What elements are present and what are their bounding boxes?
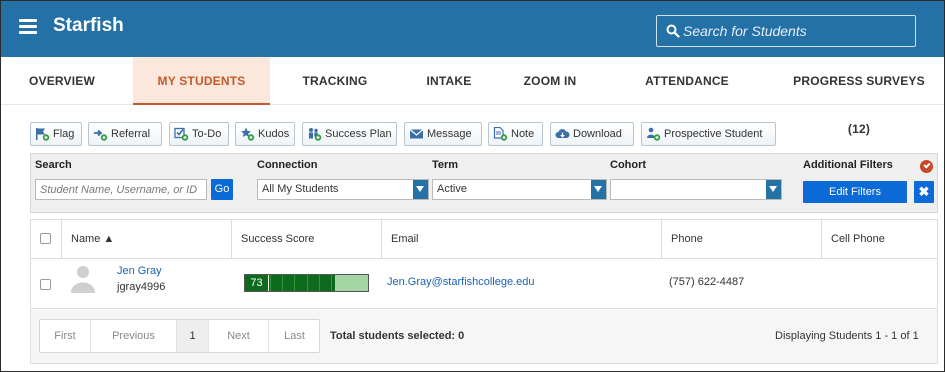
student-search-input[interactable] bbox=[683, 20, 908, 42]
todo-button[interactable]: To-Do bbox=[169, 122, 229, 146]
avatar-icon bbox=[71, 266, 95, 293]
student-search[interactable] bbox=[656, 15, 916, 47]
table-header: Name ▲ Success Score Email Phone Cell Ph… bbox=[31, 220, 937, 259]
cloud-download-icon bbox=[555, 129, 570, 138]
first-page-button[interactable]: First bbox=[40, 320, 90, 352]
referral-plus-icon bbox=[94, 129, 108, 141]
envelope-icon bbox=[409, 129, 424, 139]
todo-label: To-Do bbox=[192, 128, 222, 140]
total-selected: Total students selected: 0 bbox=[330, 330, 465, 342]
student-username: jgray4996 bbox=[117, 281, 166, 293]
student-filter-input[interactable] bbox=[35, 179, 207, 200]
cohort-select[interactable] bbox=[610, 179, 782, 200]
cohort-label: Cohort bbox=[610, 159, 647, 171]
todo-plus-icon bbox=[174, 127, 189, 141]
term-select[interactable]: Active bbox=[432, 179, 607, 200]
search-icon bbox=[666, 24, 680, 38]
check-circle-icon bbox=[920, 160, 933, 173]
student-name-link[interactable]: Jen Gray bbox=[117, 265, 162, 277]
connection-value: All My Students bbox=[262, 183, 339, 195]
tab-progress-surveys[interactable]: PROGRESS SURVEYS (12) bbox=[781, 57, 937, 136]
top-bar: Starfish bbox=[1, 1, 944, 57]
last-page-button[interactable]: Last bbox=[268, 320, 320, 352]
success-score-bar: 73 bbox=[244, 274, 369, 292]
term-value: Active bbox=[437, 183, 467, 195]
score-segment-divider bbox=[282, 275, 283, 291]
chevron-down-icon bbox=[413, 180, 428, 199]
score-segment-divider bbox=[294, 275, 295, 291]
success-plan-label: Success Plan bbox=[325, 128, 392, 140]
column-email[interactable]: Email bbox=[381, 220, 661, 259]
flag-plus-icon bbox=[36, 128, 50, 141]
kudos-star-icon bbox=[241, 127, 255, 141]
previous-page-button[interactable]: Previous bbox=[90, 320, 176, 352]
kudos-label: Kudos bbox=[258, 128, 290, 140]
additional-filters-label: Additional Filters bbox=[803, 159, 893, 171]
note-button[interactable]: Note bbox=[488, 122, 543, 146]
chevron-down-icon bbox=[591, 180, 606, 199]
score-segment-divider bbox=[319, 275, 320, 291]
download-button[interactable]: Download bbox=[550, 122, 634, 146]
tab-zoom-in[interactable]: ZOOM IN bbox=[513, 57, 587, 105]
success-score-value: 73 bbox=[245, 275, 269, 291]
note-label: Note bbox=[511, 128, 535, 140]
tab-intake[interactable]: INTAKE bbox=[417, 57, 481, 105]
go-button[interactable]: Go bbox=[211, 179, 233, 200]
filters-panel: Search Go Connection All My Students Ter… bbox=[30, 153, 938, 213]
success-plan-button[interactable]: Success Plan bbox=[302, 122, 397, 146]
column-success-score[interactable]: Success Score bbox=[231, 220, 381, 259]
tab-overview[interactable]: OVERVIEW bbox=[21, 57, 103, 105]
score-segment-divider bbox=[307, 275, 308, 291]
student-email-link[interactable]: Jen.Gray@starfishcollege.edu bbox=[387, 276, 535, 288]
message-button[interactable]: Message bbox=[404, 122, 482, 146]
tab-tracking[interactable]: TRACKING bbox=[293, 57, 377, 105]
chevron-down-icon bbox=[766, 180, 781, 199]
select-all-cell bbox=[31, 220, 61, 259]
flag-button[interactable]: Flag bbox=[30, 122, 82, 146]
connection-label: Connection bbox=[257, 159, 318, 171]
referral-button[interactable]: Referral bbox=[88, 122, 162, 146]
student-phone: (757) 622-4487 bbox=[669, 276, 745, 288]
main-tabs: OVERVIEW MY STUDENTS TRACKING INTAKE ZOO… bbox=[1, 57, 944, 136]
hamburger-menu-icon[interactable] bbox=[19, 19, 37, 35]
success-plan-icon bbox=[309, 128, 322, 141]
kudos-button[interactable]: Kudos bbox=[235, 122, 295, 146]
table-footer: First Previous 1 Next Last Total student… bbox=[31, 310, 937, 363]
term-label: Term bbox=[432, 159, 459, 171]
score-segment-divider bbox=[270, 275, 271, 291]
column-cell-phone[interactable]: Cell Phone bbox=[821, 220, 937, 259]
select-all-checkbox[interactable] bbox=[40, 233, 51, 244]
students-table: Name ▲ Success Score Email Phone Cell Ph… bbox=[30, 219, 938, 364]
pagination: First Previous 1 Next Last bbox=[39, 319, 320, 353]
edit-filters-button[interactable]: Edit Filters bbox=[803, 181, 907, 203]
score-segment-divider bbox=[331, 275, 332, 291]
prospective-student-button[interactable]: Prospective Student bbox=[641, 122, 776, 146]
connection-select[interactable]: All My Students bbox=[257, 179, 429, 200]
referral-label: Referral bbox=[111, 128, 151, 140]
prospective-student-label: Prospective Student bbox=[664, 128, 763, 140]
clear-filters-button[interactable]: ✖ bbox=[914, 181, 934, 203]
column-phone[interactable]: Phone bbox=[661, 220, 821, 259]
search-filter-label: Search bbox=[35, 159, 72, 171]
current-page[interactable]: 1 bbox=[176, 320, 208, 352]
next-page-button[interactable]: Next bbox=[208, 320, 268, 352]
tab-attendance[interactable]: ATTENDANCE bbox=[635, 57, 739, 105]
message-label: Message bbox=[427, 128, 472, 140]
download-label: Download bbox=[573, 128, 622, 140]
displaying-count: Displaying Students 1 - 1 of 1 bbox=[775, 330, 919, 342]
tab-my-students[interactable]: MY STUDENTS bbox=[133, 57, 270, 105]
flag-label: Flag bbox=[53, 128, 75, 140]
column-name[interactable]: Name ▲ bbox=[61, 220, 231, 259]
row-checkbox[interactable] bbox=[40, 279, 51, 290]
prospective-student-icon bbox=[647, 127, 661, 141]
note-plus-icon bbox=[493, 127, 508, 141]
app-title[interactable]: Starfish bbox=[53, 15, 124, 37]
